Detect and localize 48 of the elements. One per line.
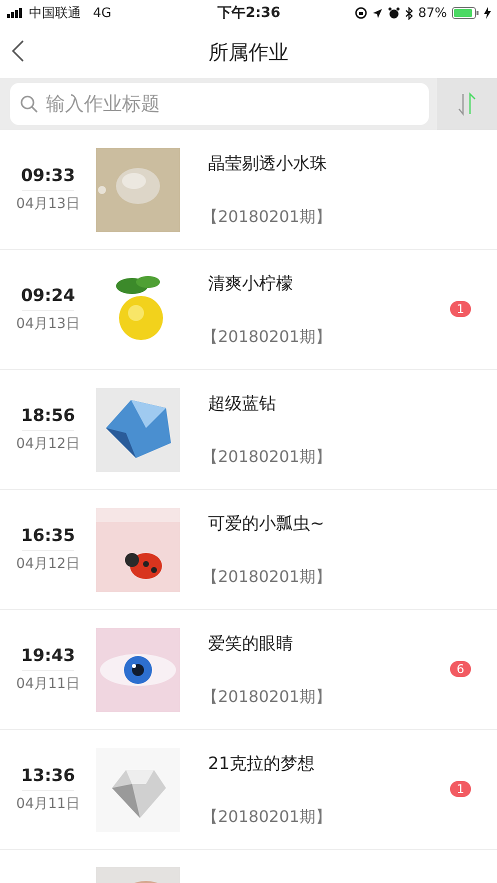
network-type: 4G [93,6,112,20]
battery-icon [452,7,479,19]
item-issue: 【20180201期】 [202,566,332,588]
clock: 下午2:36 [218,4,280,22]
item-date: 04月11日 [16,675,80,693]
item-title: 可爱的小瓢虫~ [208,512,326,534]
page-title: 所属作业 [208,38,288,66]
homework-item[interactable]: 19:43 04月11日 爱笑的眼睛 【20180201期】 6 [0,610,497,730]
homework-item[interactable]: 09:24 04月13日 清爽小柠檬 【20180201期】 1 [0,250,497,370]
alarm-icon [388,7,400,19]
item-date: 04月12日 [16,435,80,453]
unread-badge: 1 [450,301,471,317]
signal-icon [7,8,25,18]
unread-badge: 6 [450,661,471,677]
item-title: 21克拉的梦想 [208,752,316,774]
homework-item[interactable]: 18:56 04月12日 超级蓝钻 【20180201期】 [0,370,497,490]
item-title: 晶莹剔透小水珠 [208,152,328,174]
item-issue: 【20180201期】 [202,806,332,828]
item-date: 04月12日 [16,555,80,573]
carrier-name: 中国联通 [29,5,81,22]
item-issue: 【20180201期】 [202,446,332,468]
item-time: 13:36 [20,766,76,788]
bluetooth-icon [405,6,414,20]
search-icon [20,95,38,113]
charging-icon [484,7,491,19]
search-field[interactable]: 输入作业标题 [10,83,429,125]
item-title: 清爽小柠檬 [208,272,294,294]
item-title: 爱笑的眼睛 [208,632,294,654]
item-time: 09:33 [20,166,76,188]
item-time: 19:43 [20,646,76,668]
homework-item[interactable]: 09:33 04月13日 晶莹剔透小水珠 【20180201期】 [0,130,497,250]
homework-item[interactable]: 16:35 04月12日 可爱的小瓢虫~ 【20180201期】 [0,490,497,610]
battery-percent: 87% [418,6,447,20]
sort-icon [457,92,477,116]
item-time: 09:24 [20,286,76,308]
item-time: 16:35 [20,526,76,548]
item-issue: 【20180201期】 [202,206,332,228]
item-time: 18:56 [20,406,76,428]
item-title: 超级蓝钻 [208,392,277,414]
item-issue: 【20180201期】 [202,326,332,348]
item-issue: 【20180201期】 [202,686,332,708]
homework-item[interactable]: 13:36 04月11日 21克拉的梦想 【20180201期】 1 [0,730,497,850]
item-date: 04月13日 [16,315,80,333]
rotation-lock-icon [355,7,368,19]
location-icon [372,8,384,18]
unread-badge: 1 [450,781,471,797]
item-date: 04月11日 [16,795,80,813]
item-date: 04月13日 [16,195,80,213]
